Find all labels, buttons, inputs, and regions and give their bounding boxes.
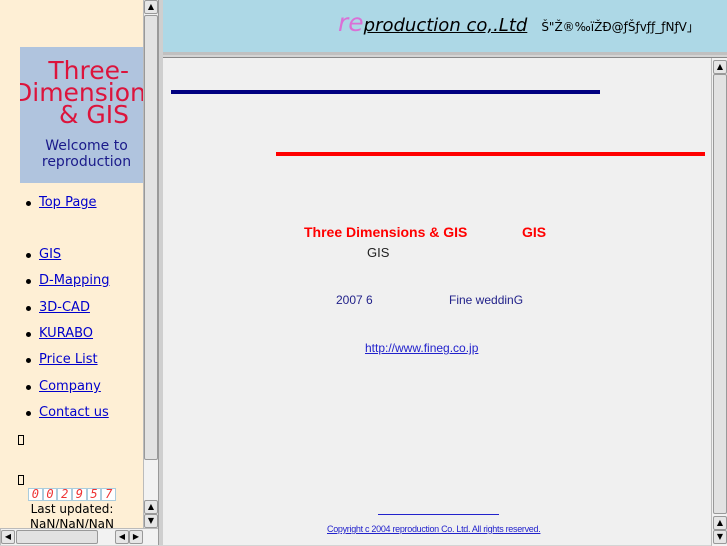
scroll-up-button[interactable]: ▲ (713, 516, 727, 530)
scroll-thumb[interactable] (16, 530, 98, 544)
subheading: GIS (367, 245, 390, 260)
garbled-company-name: Š"Ž®‰ïŽÐ@ƒŠƒvƒƒ_ƒNƒV｣ (541, 20, 693, 34)
sidebar-frame: Three-Dimension & GIS Welcome to reprodu… (0, 0, 158, 545)
scroll-down-button[interactable]: ▼ (713, 530, 727, 544)
red-rule (276, 152, 705, 156)
counter-digit: 2 (57, 488, 73, 501)
sidebar-banner: Three-Dimension & GIS Welcome to reprodu… (20, 47, 143, 183)
partner-link[interactable]: http://www.fineg.co.jp (365, 341, 511, 355)
nav-item[interactable]: Price List (26, 352, 98, 367)
footer-rule (378, 514, 499, 515)
scroll-up-button[interactable]: ▲ (144, 500, 158, 514)
counter-digit: 5 (86, 488, 102, 501)
scroll-left-button[interactable]: ◀ (115, 530, 129, 544)
scroll-thumb[interactable] (144, 15, 158, 460)
scroll-up-button[interactable]: ▲ (713, 60, 727, 74)
nav-item[interactable]: GIS (25, 247, 61, 262)
nav-top-page[interactable]: Top Page (39, 195, 97, 210)
sidebar-vertical-scrollbar[interactable]: ▲ ▲ ▼ (143, 0, 158, 528)
nav-gis[interactable]: GIS (39, 247, 61, 262)
site-title: Three-Dimension & GIS (20, 56, 143, 129)
nav-item[interactable]: Company (26, 379, 101, 394)
scroll-down-button[interactable]: ▼ (144, 514, 158, 528)
nav-item[interactable]: KURABO (25, 326, 93, 341)
scroll-right-button[interactable]: ▶ (129, 530, 143, 544)
nav-d-mapping[interactable]: D-Mapping (39, 273, 110, 288)
nav-company[interactable]: Company (39, 379, 101, 394)
sidebar-horizontal-scrollbar[interactable]: ◀ ◀ ▶ (0, 528, 158, 545)
counter-digit: 0 (28, 488, 43, 501)
counter-digit: 0 (42, 488, 58, 501)
header-frame: reproduction co,.Ltd Š"Ž®‰ïŽÐ@ƒŠƒvƒƒ_ƒNƒV… (163, 0, 727, 55)
brand: reproduction co,.Ltd Š"Ž®‰ïŽÐ@ƒŠƒvƒƒ_ƒNƒV… (338, 8, 693, 37)
missing-glyph-icon (18, 435, 24, 445)
nav-item[interactable]: Top Page (26, 195, 97, 210)
visit-counter: 0 0 2 9 5 7 (28, 488, 117, 501)
brand-re: re (338, 8, 364, 37)
scroll-up-button[interactable]: ▲ (144, 0, 158, 14)
partner-text: Fine weddinG (449, 293, 524, 307)
nav-kurabo[interactable]: KURABO (39, 326, 93, 341)
nav-item[interactable]: D-Mapping (26, 273, 110, 288)
content-frame: Three Dimensions & GIS GIS GIS 2007 6 Fi… (163, 57, 727, 546)
scroll-left-button[interactable]: ◀ (1, 530, 15, 544)
nav-contact-us[interactable]: Contact us (39, 405, 109, 420)
last-updated-label: Last updated: (30, 502, 114, 516)
welcome-text: Welcome to reproduction (41, 138, 132, 170)
heading-main: Three Dimensions & GIS (304, 224, 468, 240)
heading-gis: GIS (522, 224, 547, 240)
scroll-thumb[interactable] (713, 74, 727, 514)
nav-item[interactable]: 3D-CAD (26, 300, 90, 315)
nav-item[interactable]: Contact us (26, 405, 109, 420)
brand-link[interactable]: production co,.Ltd (364, 15, 528, 36)
copyright-link[interactable]: Copyright c 2004 reproduction Co. Ltd. A… (327, 524, 541, 534)
missing-glyph-icon (18, 475, 24, 485)
counter-digit: 7 (101, 488, 117, 501)
content-vertical-scrollbar[interactable]: ▲ ▲ ▼ (711, 58, 727, 546)
blue-rule (171, 90, 600, 94)
date-text: 2007 6 (336, 293, 373, 307)
counter-digit: 9 (72, 488, 87, 501)
nav-3d-cad[interactable]: 3D-CAD (39, 300, 90, 315)
nav-price-list[interactable]: Price List (39, 352, 98, 367)
